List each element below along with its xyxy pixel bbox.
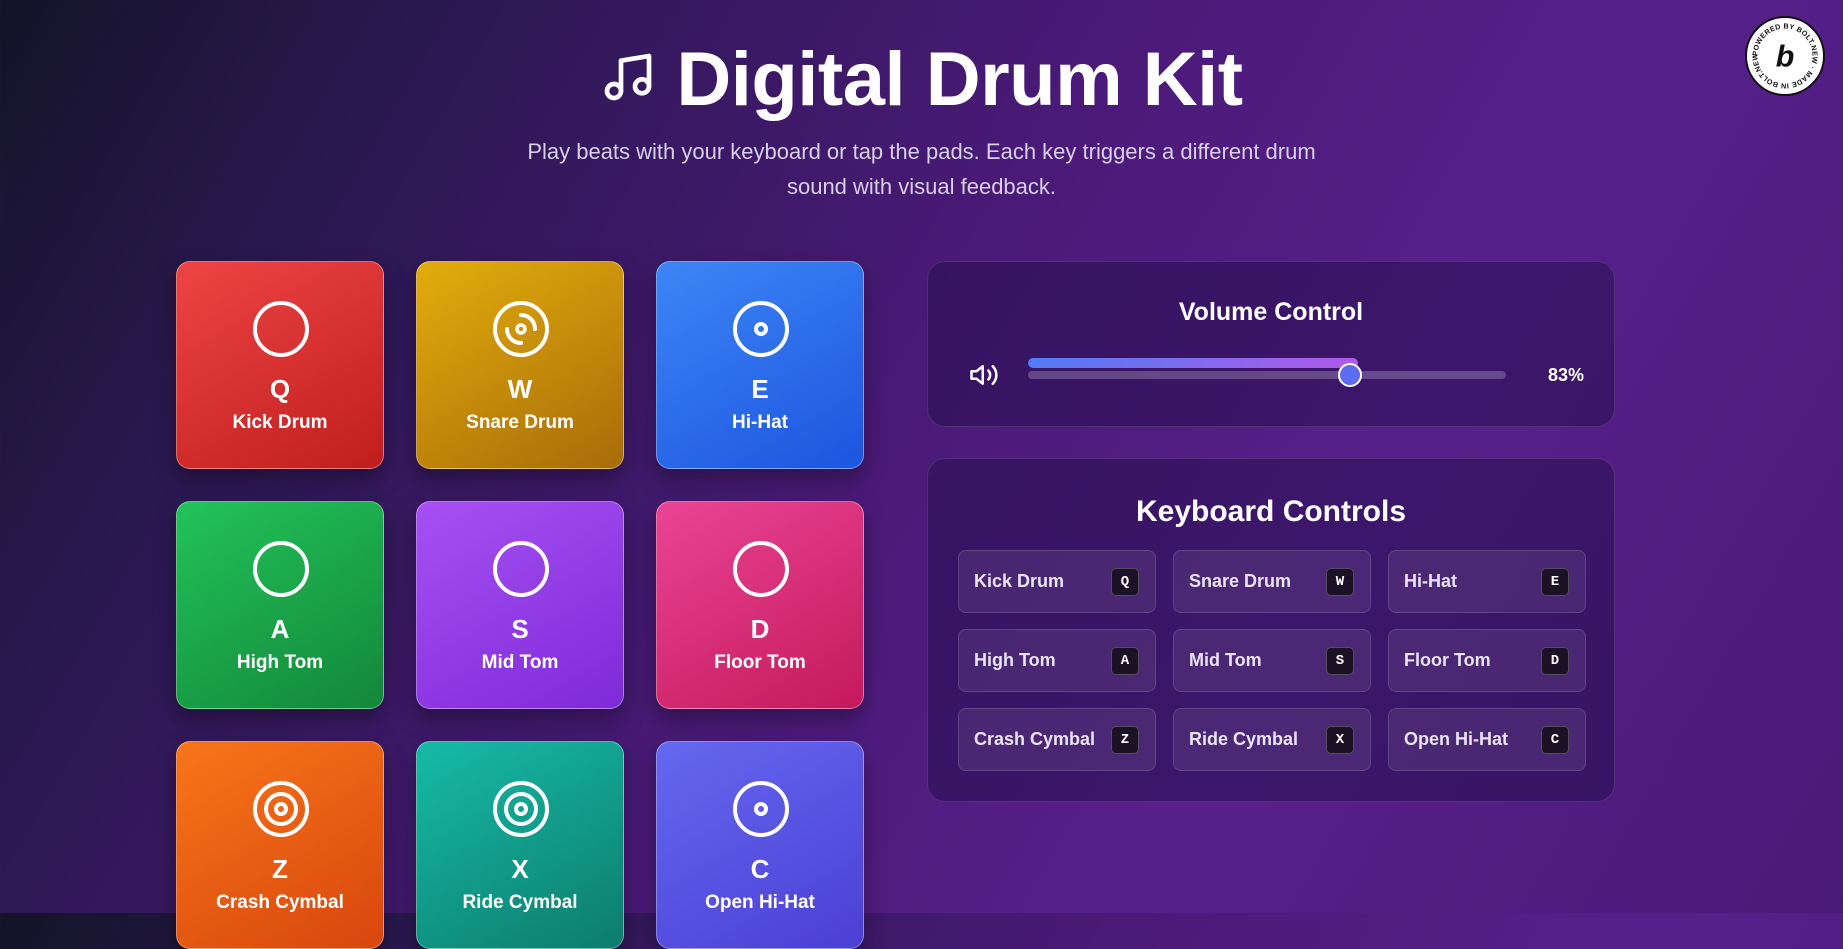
ring-icon bbox=[252, 540, 310, 598]
key-badge: C bbox=[1541, 726, 1569, 754]
drum-pad-q[interactable]: Q Kick Drum bbox=[176, 261, 384, 469]
pad-key-label: E bbox=[751, 374, 769, 404]
drum-pad-x[interactable]: X Ride Cymbal bbox=[416, 741, 624, 949]
pad-sound-name: Mid Tom bbox=[481, 652, 559, 673]
drum-pad-w[interactable]: W Snare Drum bbox=[416, 261, 624, 469]
pad-key-label: Q bbox=[269, 374, 291, 404]
pad-sound-name: Open Hi-Hat bbox=[705, 892, 815, 913]
drum-pad-e[interactable]: E Hi-Hat bbox=[656, 261, 864, 469]
keyboard-control-label: Hi-Hat bbox=[1404, 571, 1457, 591]
keyboard-control-item: High Tom A bbox=[958, 629, 1156, 692]
drum-pads-grid: Q Kick Drum W Snare Drum E Hi-Hat A High Tom S Mi… bbox=[176, 261, 866, 949]
keyboard-control-item: Hi-Hat E bbox=[1388, 550, 1586, 613]
key-badge: W bbox=[1326, 568, 1354, 596]
key-badge: A bbox=[1111, 647, 1139, 675]
keyboard-control-item: Floor Tom D bbox=[1388, 629, 1586, 692]
pad-sound-name: Snare Drum bbox=[466, 412, 574, 433]
keyboard-control-label: High Tom bbox=[974, 650, 1056, 670]
pad-key-label: Z bbox=[272, 854, 288, 884]
record-icon bbox=[732, 780, 790, 838]
key-badge: E bbox=[1541, 568, 1569, 596]
keyboard-control-item: Snare Drum W bbox=[1173, 550, 1371, 613]
pad-key-label: D bbox=[750, 614, 770, 644]
page-header: Digital Drum Kit Play beats with your ke… bbox=[0, 34, 1843, 204]
drum-pad-s[interactable]: S Mid Tom bbox=[416, 501, 624, 709]
volume-slider-fill bbox=[1028, 358, 1359, 368]
keyboard-control-item: Mid Tom S bbox=[1173, 629, 1371, 692]
pad-sound-name: Ride Cymbal bbox=[462, 892, 578, 913]
pad-sound-name: Hi-Hat bbox=[732, 412, 788, 433]
keyboard-control-label: Mid Tom bbox=[1189, 650, 1262, 670]
drum-pad-c[interactable]: C Open Hi-Hat bbox=[656, 741, 864, 949]
volume-panel: Volume Control 83% bbox=[927, 261, 1615, 427]
volume-value: 83% bbox=[1547, 365, 1584, 385]
key-badge: S bbox=[1326, 647, 1354, 675]
pad-key-label: A bbox=[270, 614, 290, 644]
badge-letter: b bbox=[1776, 39, 1795, 73]
volume-title: Volume Control bbox=[1178, 298, 1364, 326]
keyboard-control-item: Crash Cymbal Z bbox=[958, 708, 1156, 771]
keyboard-control-label: Crash Cymbal bbox=[974, 729, 1096, 749]
ring-icon bbox=[252, 300, 310, 358]
key-badge: Z bbox=[1111, 726, 1139, 754]
keyboard-control-label: Ride Cymbal bbox=[1189, 729, 1299, 749]
page-title: Digital Drum Kit bbox=[676, 36, 1243, 122]
keyboard-control-item: Ride Cymbal X bbox=[1173, 708, 1371, 771]
pad-sound-name: High Tom bbox=[236, 652, 324, 673]
key-badge: Q bbox=[1111, 568, 1139, 596]
disc-icon bbox=[492, 300, 550, 358]
keyboard-control-label: Kick Drum bbox=[974, 571, 1065, 591]
pad-key-label: C bbox=[750, 854, 770, 884]
key-badge: X bbox=[1326, 726, 1354, 754]
key-badge: D bbox=[1541, 647, 1569, 675]
keyboard-controls-panel: Keyboard Controls Kick Drum Q Snare Drum W H… bbox=[927, 458, 1615, 802]
volume-slider-thumb[interactable] bbox=[1338, 363, 1363, 387]
ring-icon bbox=[732, 540, 790, 598]
target-icon bbox=[492, 780, 550, 838]
drum-pad-z[interactable]: Z Crash Cymbal bbox=[176, 741, 384, 949]
keyboard-control-label: Open Hi-Hat bbox=[1404, 729, 1509, 749]
title-row: Digital Drum Kit bbox=[0, 34, 1843, 124]
keyboard-controls-title: Keyboard Controls bbox=[1135, 495, 1407, 528]
keyboard-control-item: Open Hi-Hat C bbox=[1388, 708, 1586, 771]
pad-key-label: W bbox=[507, 374, 533, 404]
record-icon bbox=[732, 300, 790, 358]
speaker-icon[interactable] bbox=[968, 360, 1000, 390]
music-note-icon bbox=[600, 49, 656, 110]
pad-sound-name: Floor Tom bbox=[714, 652, 806, 673]
pad-sound-name: Crash Cymbal bbox=[216, 892, 344, 913]
page-subtitle: Play beats with your keyboard or tap the… bbox=[527, 139, 1316, 199]
drum-pad-d[interactable]: D Floor Tom bbox=[656, 501, 864, 709]
pad-key-label: X bbox=[511, 854, 529, 884]
keyboard-control-label: Snare Drum bbox=[1189, 571, 1292, 591]
pad-key-label: S bbox=[511, 614, 529, 644]
keyboard-control-item: Kick Drum Q bbox=[958, 550, 1156, 613]
drum-pad-a[interactable]: A High Tom bbox=[176, 501, 384, 709]
keyboard-control-label: Floor Tom bbox=[1404, 650, 1491, 670]
ring-icon bbox=[492, 540, 550, 598]
target-icon bbox=[252, 780, 310, 838]
bolt-badge[interactable]: POWERED BY BOLT.NEW · MADE IN BOLT.NEW ·… bbox=[1745, 11, 1825, 96]
volume-slider-track[interactable] bbox=[1028, 371, 1506, 379]
pad-sound-name: Kick Drum bbox=[232, 412, 328, 433]
